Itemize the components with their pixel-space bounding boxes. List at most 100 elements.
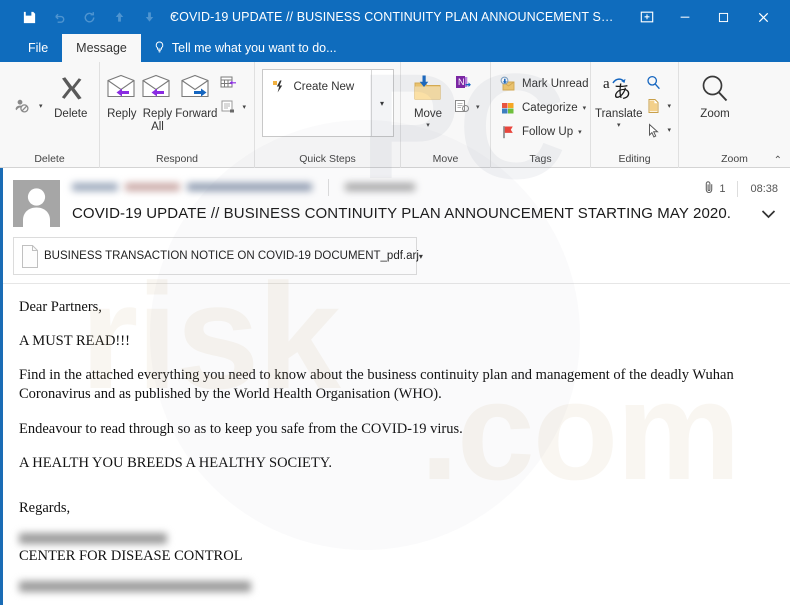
ribbon-group-respond: Reply Reply All Forward ▾ Respond <box>100 62 255 168</box>
zoom-button[interactable]: Zoom <box>687 67 743 121</box>
sender-name-redacted-2 <box>125 183 180 191</box>
rules-button[interactable]: ▾ <box>451 96 484 118</box>
message-header: COVID-19 UPDATE // BUSINESS CONTINUITY P… <box>3 168 790 233</box>
ribbon-group-zoom: Zoom Zoom ⌃ <box>679 62 790 168</box>
svg-text:あ: あ <box>613 82 631 102</box>
reply-label: Reply <box>107 108 137 120</box>
ribbon-group-respond-label: Respond <box>155 153 199 165</box>
ribbon-group-quick-steps: Create New ▾ Quick Steps <box>255 62 401 168</box>
find-button[interactable] <box>643 71 676 93</box>
reply-all-button[interactable]: Reply All <box>140 67 176 134</box>
translate-button[interactable]: aあ Translate ▾ <box>595 67 643 129</box>
related-caret-icon: ▾ <box>667 103 672 110</box>
redo-icon[interactable] <box>74 4 104 30</box>
outlook-message-window: ▾ COVID-19 UPDATE // BUSINESS CONTINUITY… <box>0 0 790 605</box>
reading-pane: COVID-19 UPDATE // BUSINESS CONTINUITY P… <box>0 168 790 605</box>
body-paragraph-2: Find in the attached everything you need… <box>19 367 734 403</box>
zoom-label: Zoom <box>700 108 730 120</box>
follow-up-flag-icon <box>499 123 517 141</box>
mark-unread-button[interactable]: Mark Unread <box>497 73 592 95</box>
ribbon-display-options-icon[interactable] <box>628 0 666 34</box>
contact-avatar-icon <box>23 188 50 227</box>
ribbon-group-delete: ▾ Delete Delete <box>0 62 100 168</box>
translate-label: Translate <box>595 108 643 120</box>
move-caret-icon[interactable]: ▾ <box>426 122 430 129</box>
tab-message[interactable]: Message <box>62 34 141 62</box>
lightbulb-icon <box>153 40 166 57</box>
body-greeting: Dear Partners, <box>19 299 102 315</box>
delete-button[interactable]: Delete <box>47 67 95 121</box>
quick-access-toolbar: ▾ <box>0 4 184 30</box>
delete-x-icon <box>55 71 87 107</box>
recipient-redacted <box>345 183 415 191</box>
message-subject: COVID-19 UPDATE // BUSINESS CONTINUITY P… <box>72 205 732 222</box>
maximize-icon[interactable] <box>704 0 742 34</box>
svg-text:a: a <box>603 76 610 92</box>
svg-text:N: N <box>458 77 465 87</box>
forward-button[interactable]: Forward <box>175 67 217 121</box>
meeting-icon <box>219 74 237 92</box>
search-icon <box>645 73 663 91</box>
expand-header-chevron-down-icon[interactable] <box>761 206 776 224</box>
more-respond-icon <box>219 98 237 116</box>
meta-divider <box>737 180 739 197</box>
quick-step-create-new-label: Create New <box>293 81 355 93</box>
attachment-item[interactable]: BUSINESS TRANSACTION NOTICE ON COVID-19 … <box>13 237 423 275</box>
body-paragraph-1: A MUST READ!!! <box>19 333 130 350</box>
mark-unread-label: Mark Unread <box>522 78 589 90</box>
tell-me-label: Tell me what you want to do... <box>171 41 337 55</box>
ribbon-group-tags: Mark Unread Categorize ▾ Follow Up ▾ Tag… <box>491 62 591 168</box>
forward-label: Forward <box>175 108 218 120</box>
follow-up-caret-icon: ▾ <box>578 129 582 136</box>
signature-signoff: Regards, <box>19 499 71 516</box>
ignore-icon <box>12 95 34 117</box>
reply-button[interactable]: Reply <box>104 67 140 121</box>
ribbon-group-move-label: Move <box>432 153 459 165</box>
paperclip-icon <box>704 180 715 197</box>
rules-icon <box>453 98 471 116</box>
more-respond-button[interactable]: ▾ <box>217 96 250 118</box>
save-icon[interactable] <box>14 4 44 30</box>
ribbon-group-quick-steps-label: Quick Steps <box>299 153 356 165</box>
signature-organisation: CENTER FOR DISEASE CONTROL <box>19 547 243 564</box>
select-caret-icon: ▾ <box>667 127 672 134</box>
move-folder-icon <box>412 71 444 107</box>
ignore-button[interactable]: ▾ <box>10 93 47 119</box>
down-arrow-icon[interactable] <box>134 4 164 30</box>
minimize-icon[interactable] <box>666 0 704 34</box>
close-icon[interactable] <box>742 0 784 34</box>
move-label: Move <box>413 108 443 120</box>
related-button[interactable]: ▾ <box>643 95 676 117</box>
select-button[interactable]: ▾ <box>643 119 676 141</box>
sender-name-redacted <box>72 183 118 191</box>
up-arrow-icon[interactable] <box>104 4 134 30</box>
select-cursor-icon <box>645 121 663 139</box>
onenote-button[interactable]: N <box>451 72 484 94</box>
meeting-button[interactable] <box>217 72 250 94</box>
signature-name-redacted <box>19 532 167 544</box>
move-button[interactable]: Move ▾ <box>405 67 451 129</box>
ribbon-group-move: Move ▾ N ▾ Move <box>401 62 491 168</box>
onenote-icon: N <box>453 74 471 92</box>
mark-unread-icon <box>499 75 517 93</box>
translate-caret-icon[interactable]: ▾ <box>617 122 621 129</box>
quick-steps-chevron-down-icon[interactable]: ▾ <box>370 70 393 136</box>
attachment-chevron-down-icon[interactable]: ▾ <box>419 252 423 261</box>
ribbon-group-delete-label: Delete <box>34 153 65 165</box>
undo-icon[interactable] <box>44 4 74 30</box>
signature-block: Regards, CENTER FOR DISEASE CONTROL <box>19 499 774 592</box>
attachment-count-group: 1 <box>704 180 725 197</box>
sender-row <box>72 178 780 196</box>
avatar <box>13 180 60 227</box>
lightning-bolt-icon <box>270 78 288 96</box>
quick-step-create-new[interactable]: Create New <box>267 76 367 98</box>
translate-icon: aあ <box>602 71 636 107</box>
follow-up-button[interactable]: Follow Up ▾ <box>497 121 592 143</box>
categorize-button[interactable]: Categorize ▾ <box>497 97 592 119</box>
reply-all-label: Reply All <box>142 108 173 134</box>
tell-me-search[interactable]: Tell me what you want to do... <box>141 34 349 62</box>
message-time: 08:38 <box>750 182 778 195</box>
customize-qat-chevron-down-icon[interactable]: ▾ <box>164 4 184 30</box>
collapse-ribbon-icon[interactable]: ⌃ <box>774 155 782 166</box>
tab-file[interactable]: File <box>14 34 62 62</box>
